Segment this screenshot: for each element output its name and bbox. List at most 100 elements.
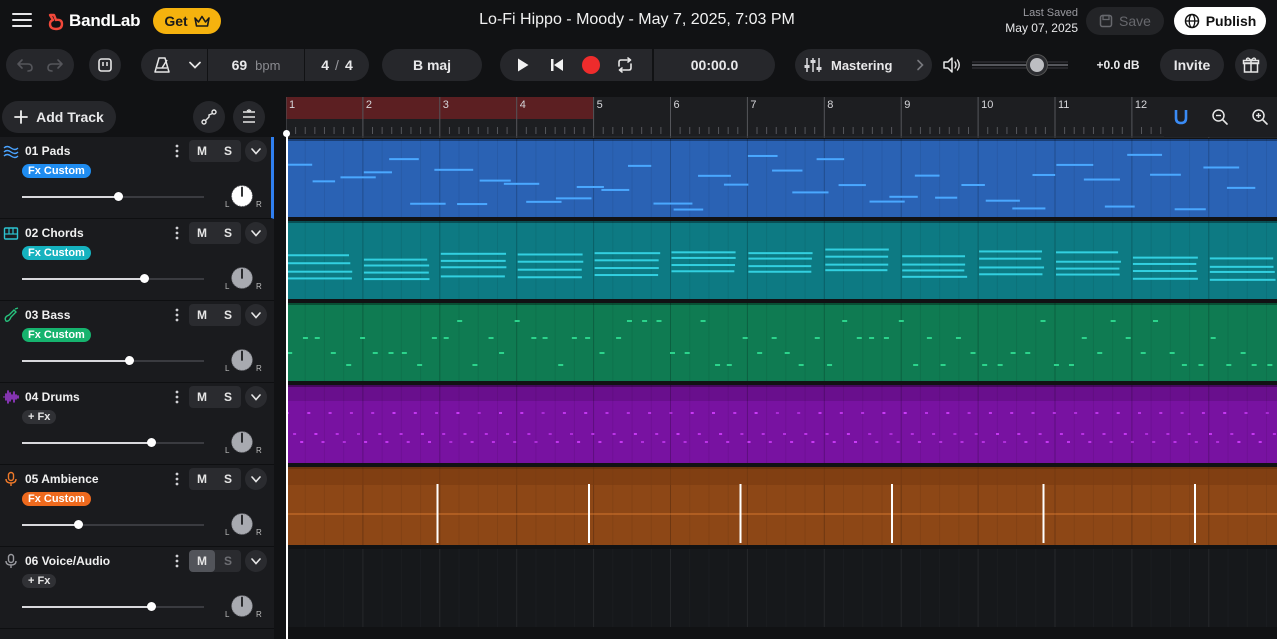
metronome-button[interactable] (141, 49, 183, 81)
track-volume-handle[interactable] (74, 520, 84, 529)
track-volume-slider[interactable] (22, 360, 204, 362)
fx-button[interactable]: Fx Custom (22, 246, 91, 260)
fx-button[interactable]: + Fx (22, 410, 57, 424)
more-options-icon[interactable] (172, 225, 182, 241)
expand-track-button[interactable] (245, 304, 267, 326)
fx-button[interactable]: + Fx (22, 574, 57, 588)
track-name[interactable]: 05 Ambience (25, 472, 99, 486)
track-volume-slider[interactable] (22, 524, 204, 526)
pan-knob[interactable] (231, 431, 253, 453)
time-signature-field[interactable]: 4 / 4 (305, 49, 369, 81)
solo-button[interactable]: S (215, 140, 241, 162)
track-volume-slider[interactable] (22, 606, 204, 608)
mute-button[interactable]: M (189, 304, 215, 326)
more-options-icon[interactable] (172, 307, 182, 323)
pan-knob[interactable] (231, 513, 253, 535)
track-header[interactable]: 05 Ambience M S Fx Custom L R (0, 465, 274, 547)
track-volume-handle[interactable] (147, 438, 157, 447)
expand-track-button[interactable] (245, 222, 267, 244)
expand-track-button[interactable] (245, 386, 267, 408)
speaker-icon[interactable] (942, 56, 962, 74)
track-volume-handle[interactable] (114, 192, 124, 201)
zoom-in-button[interactable] (1248, 105, 1272, 129)
play-button[interactable] (506, 49, 540, 81)
expand-track-button[interactable] (245, 468, 267, 490)
track-header[interactable]: 03 Bass M S Fx Custom L R (0, 301, 274, 383)
key-selector[interactable]: B maj (382, 49, 482, 81)
undo-icon[interactable] (16, 57, 34, 73)
more-options-icon[interactable] (172, 389, 182, 405)
pan-knob[interactable] (231, 267, 253, 289)
track-volume-slider[interactable] (22, 278, 204, 280)
track-volume-slider[interactable] (22, 442, 204, 444)
mute-button[interactable]: M (189, 222, 215, 244)
track-lane[interactable] (286, 549, 1277, 627)
automation-button[interactable] (193, 101, 225, 133)
expand-track-button[interactable] (245, 550, 267, 572)
brand-logo[interactable]: BandLab (46, 10, 141, 32)
track-header[interactable]: 06 Voice/Audio M S + Fx L R (0, 547, 274, 629)
track-lane[interactable] (286, 467, 1277, 545)
metronome-options[interactable] (183, 49, 207, 81)
track-name[interactable]: 06 Voice/Audio (25, 554, 110, 568)
fx-button[interactable]: Fx Custom (22, 492, 91, 506)
track-name[interactable]: 03 Bass (25, 308, 70, 322)
save-button[interactable]: Save (1086, 7, 1164, 35)
tools-panel-button[interactable] (89, 49, 121, 81)
mute-button[interactable]: M (189, 140, 215, 162)
redo-icon[interactable] (46, 57, 64, 73)
track-volume-slider[interactable] (22, 196, 204, 198)
mute-button[interactable]: M (189, 468, 215, 490)
mute-button[interactable]: M (189, 386, 215, 408)
invite-button[interactable]: Invite (1160, 49, 1224, 81)
bottom-scroll-area[interactable] (286, 627, 1277, 639)
track-header[interactable]: 04 Drums M S + Fx L R (0, 383, 274, 465)
tempo-field[interactable]: 69 bpm (208, 49, 304, 81)
solo-button[interactable]: S (215, 386, 241, 408)
mastering-button[interactable]: Mastering (795, 49, 932, 81)
pan-knob[interactable] (231, 595, 253, 617)
solo-button[interactable]: S (215, 550, 241, 572)
track-lane[interactable] (286, 303, 1277, 381)
playhead-handle[interactable] (283, 130, 290, 137)
track-name[interactable]: 04 Drums (25, 390, 80, 404)
track-lane[interactable] (286, 221, 1277, 299)
solo-button[interactable]: S (215, 222, 241, 244)
track-header[interactable]: 02 Chords M S Fx Custom L R (0, 219, 274, 301)
master-volume-knob[interactable] (1027, 55, 1047, 75)
loop-button[interactable] (608, 49, 642, 81)
get-membership-button[interactable]: Get (153, 8, 221, 34)
fx-button[interactable]: Fx Custom (22, 164, 91, 178)
more-options-icon[interactable] (172, 553, 182, 569)
solo-button[interactable]: S (215, 304, 241, 326)
more-options-icon[interactable] (172, 143, 182, 159)
zoom-out-button[interactable] (1208, 105, 1232, 129)
playhead[interactable] (286, 131, 288, 639)
track-volume-handle[interactable] (147, 602, 157, 611)
more-options-icon[interactable] (172, 471, 182, 487)
pan-knob[interactable] (231, 185, 253, 207)
go-to-start-button[interactable] (540, 49, 574, 81)
track-lane[interactable] (286, 139, 1277, 217)
pan-knob[interactable] (231, 349, 253, 371)
solo-button[interactable]: S (215, 468, 241, 490)
track-lane[interactable] (286, 385, 1277, 463)
record-button[interactable] (574, 49, 608, 81)
track-name[interactable]: 01 Pads (25, 144, 70, 158)
gift-button[interactable] (1235, 49, 1267, 81)
master-volume-slider[interactable] (972, 60, 1068, 70)
track-header[interactable]: 01 Pads M S Fx Custom L R (0, 137, 274, 219)
fit-tracks-button[interactable] (233, 101, 265, 133)
track-volume-handle[interactable] (139, 274, 149, 283)
publish-button[interactable]: Publish (1174, 7, 1266, 35)
expand-track-button[interactable] (245, 140, 267, 162)
track-name[interactable]: 02 Chords (25, 226, 84, 240)
timeline-ruler[interactable]: 1 2 3 4 5 6 7 8 9 10 11 12 (286, 97, 1277, 138)
time-display[interactable]: 00:00.0 (652, 49, 775, 81)
add-track-button[interactable]: Add Track (2, 101, 116, 133)
mute-button[interactable]: M (189, 550, 215, 572)
menu-icon[interactable] (12, 12, 32, 28)
track-volume-handle[interactable] (125, 356, 135, 365)
fx-button[interactable]: Fx Custom (22, 328, 91, 342)
project-title[interactable]: Lo-Fi Hippo - Moody - May 7, 2025, 7:03 … (380, 11, 894, 29)
